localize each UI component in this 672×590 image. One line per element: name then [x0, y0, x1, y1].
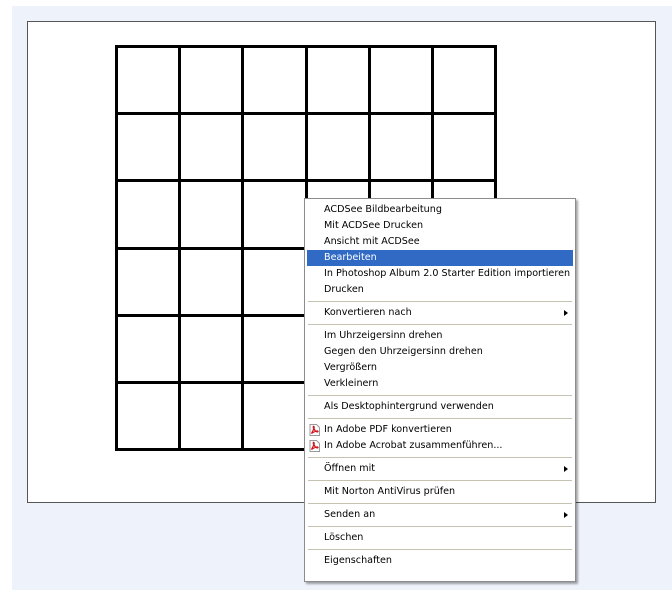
context-menu: ACDSee Bildbearbeitung Mit ACDSee Drucken…: [304, 198, 576, 582]
menu-item-label: In Adobe PDF konvertieren: [324, 424, 452, 435]
menu-separator: [308, 526, 572, 527]
adobe-pdf-icon: [309, 440, 320, 452]
menu-separator: [308, 418, 572, 419]
menu-item-in-photoshop-album-2-0-starter-edition-importieren[interactable]: In Photoshop Album 2.0 Starter Edition i…: [307, 266, 573, 282]
menu-separator: [308, 549, 572, 550]
menu-item-label: Verkleinern: [324, 378, 379, 389]
menu-item-label: In Adobe Acrobat zusammenführen...: [324, 440, 503, 451]
menu-item-konvertieren-nach[interactable]: Konvertieren nach: [307, 305, 573, 321]
menu-item-label: Löschen: [324, 532, 364, 543]
menu-item-bearbeiten[interactable]: Bearbeiten: [307, 250, 573, 266]
menu-item-mit-acdsee-drucken[interactable]: Mit ACDSee Drucken: [307, 218, 573, 234]
menu-item-in-adobe-pdf-konvertieren[interactable]: In Adobe PDF konvertieren: [307, 422, 573, 438]
menu-separator: [308, 301, 572, 302]
menu-separator: [308, 503, 572, 504]
menu-item-öffnen-mit[interactable]: Öffnen mit: [307, 461, 573, 477]
menu-item-label: Mit Norton AntiVirus prüfen: [324, 486, 456, 497]
menu-item-label: Öffnen mit: [324, 463, 376, 474]
menu-item-label: Gegen den Uhrzeigersinn drehen: [324, 346, 483, 357]
menu-item-senden-an[interactable]: Senden an: [307, 507, 573, 523]
adobe-pdf-icon: [309, 424, 320, 436]
grid-line-horizontal: [115, 112, 497, 115]
menu-item-label: Drucken: [324, 284, 364, 295]
menu-item-label: In Photoshop Album 2.0 Starter Edition i…: [324, 268, 571, 279]
menu-separator: [308, 480, 572, 481]
menu-item-acdsee-bildbearbeitung[interactable]: ACDSee Bildbearbeitung: [307, 202, 573, 218]
menu-item-label: Ansicht mit ACDSee: [324, 236, 420, 247]
menu-item-label: Senden an: [324, 509, 376, 520]
menu-item-label: Als Desktophintergrund verwenden: [324, 401, 494, 412]
submenu-arrow-icon: [564, 310, 568, 316]
menu-item-label: Mit ACDSee Drucken: [324, 220, 424, 231]
menu-item-mit-norton-antivirus-prüfen[interactable]: Mit Norton AntiVirus prüfen: [307, 484, 573, 500]
menu-item-in-adobe-acrobat-zusammenführen[interactable]: In Adobe Acrobat zusammenführen...: [307, 438, 573, 454]
submenu-arrow-icon: [564, 466, 568, 472]
menu-item-vergrößern[interactable]: Vergrößern: [307, 360, 573, 376]
menu-item-eigenschaften[interactable]: Eigenschaften: [307, 553, 573, 569]
menu-item-label: Bearbeiten: [324, 252, 377, 263]
screen: ACDSee Bildbearbeitung Mit ACDSee Drucken…: [0, 0, 672, 590]
menu-separator: [308, 324, 572, 325]
menu-item-löschen[interactable]: Löschen: [307, 530, 573, 546]
menu-separator: [308, 457, 572, 458]
menu-item-als-desktophintergrund-verwenden[interactable]: Als Desktophintergrund verwenden: [307, 399, 573, 415]
menu-item-im-uhrzeigersinn-drehen[interactable]: Im Uhrzeigersinn drehen: [307, 328, 573, 344]
menu-item-label: Konvertieren nach: [324, 307, 412, 318]
menu-separator: [308, 395, 572, 396]
submenu-arrow-icon: [564, 512, 568, 518]
menu-item-label: Vergrößern: [324, 362, 377, 373]
menu-item-drucken[interactable]: Drucken: [307, 282, 573, 298]
menu-item-gegen-den-uhrzeigersinn-drehen[interactable]: Gegen den Uhrzeigersinn drehen: [307, 344, 573, 360]
menu-item-label: Im Uhrzeigersinn drehen: [324, 330, 443, 341]
menu-item-label: Eigenschaften: [324, 555, 392, 566]
menu-item-label: ACDSee Bildbearbeitung: [324, 204, 442, 215]
menu-item-verkleinern[interactable]: Verkleinern: [307, 376, 573, 392]
grid-line-horizontal: [115, 179, 497, 182]
menu-item-ansicht-mit-acdsee[interactable]: Ansicht mit ACDSee: [307, 234, 573, 250]
